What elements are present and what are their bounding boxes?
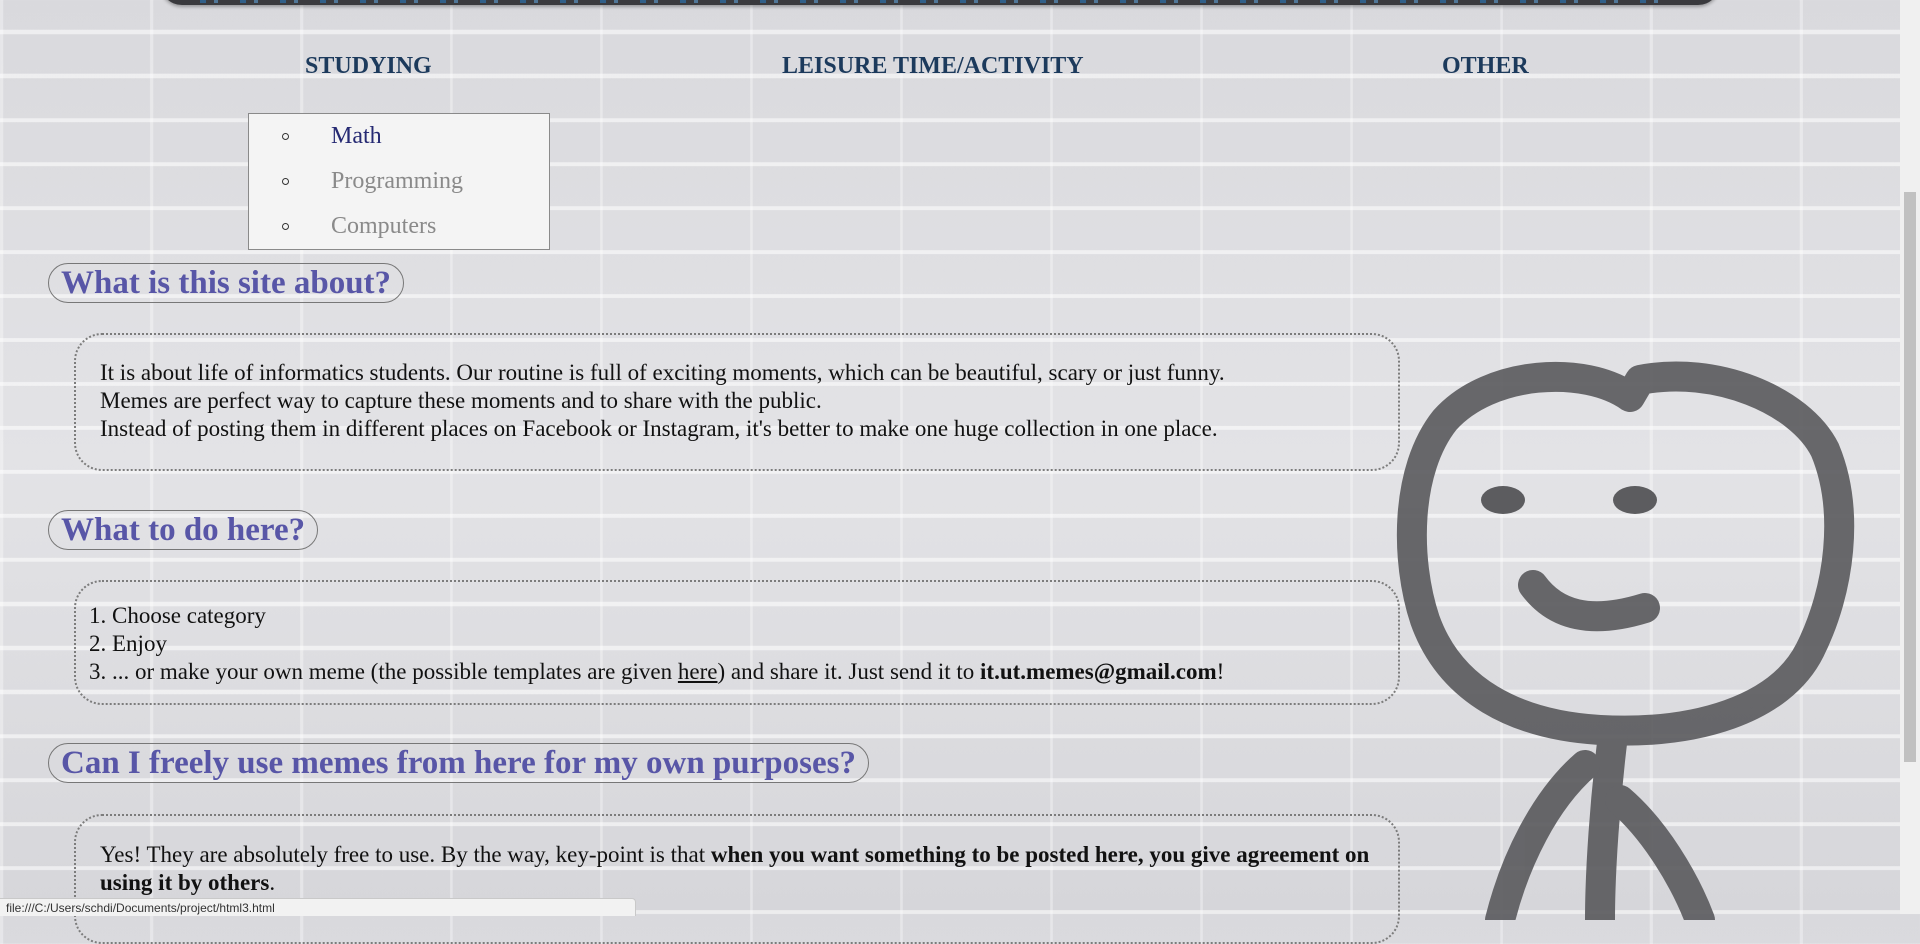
dropdown-item-label: Programming — [331, 168, 463, 194]
status-bar-url: file:///C:/Users/schdi/Documents/project… — [0, 898, 636, 916]
dropdown-item-math[interactable]: Math — [249, 114, 549, 159]
heading-what-to-do: What to do here? — [48, 510, 319, 550]
dropdown-item-computers[interactable]: Computers — [249, 204, 549, 249]
dropdown-item-programming[interactable]: Programming — [249, 159, 549, 204]
vertical-scrollbar[interactable] — [1900, 0, 1920, 914]
circle-bullet-icon — [282, 223, 289, 230]
step-choose-category: 1. Choose category — [89, 603, 266, 628]
about-text-line: It is about life of informatics students… — [100, 360, 1225, 385]
about-box: It is about life of informatics students… — [74, 333, 1400, 471]
dropdown-item-label: Computers — [331, 213, 437, 239]
step-enjoy: 2. Enjoy — [89, 631, 167, 656]
dropdown-item-label: Math — [331, 123, 382, 149]
nav-studying[interactable]: STUDYING — [305, 53, 432, 80]
usage-box: Yes! They are absolutely free to use. By… — [74, 814, 1400, 944]
circle-bullet-icon — [282, 178, 289, 185]
usage-text: Yes! They are absolutely free to use. By… — [100, 842, 1370, 895]
about-text-line: Memes are perfect way to capture these m… — [100, 388, 822, 413]
contact-email: it.ut.memes@gmail.com — [980, 659, 1217, 684]
heading-usage: Can I freely use memes from here for my … — [48, 743, 869, 783]
step-make-meme: 3. ... or make your own meme (the possib… — [89, 659, 1225, 684]
header-banner — [160, 0, 1720, 5]
smiling-stickman-illustration — [1396, 361, 1855, 920]
scrollbar-thumb[interactable] — [1904, 192, 1916, 762]
heading-site-about: What is this site about? — [48, 263, 405, 303]
about-text-line: Instead of posting them in different pla… — [100, 416, 1218, 441]
todo-box: 1. Choose category 2. Enjoy 3. ... or ma… — [74, 580, 1400, 705]
studying-dropdown: Math Programming Computers — [248, 113, 550, 250]
circle-bullet-icon — [282, 133, 289, 140]
templates-link[interactable]: here — [678, 659, 718, 684]
nav-other[interactable]: OTHER — [1442, 53, 1529, 80]
nav-leisure[interactable]: LEISURE TIME/ACTIVITY — [782, 53, 1084, 80]
